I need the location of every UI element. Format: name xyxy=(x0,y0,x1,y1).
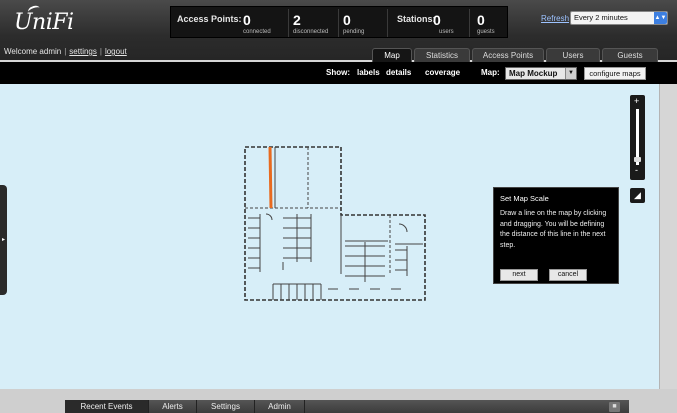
stat-connected-value: 0 xyxy=(243,12,251,28)
unifi-logo: UniFi xyxy=(14,10,74,35)
stat-connected-label: connected xyxy=(243,29,271,35)
access-points-label: Access Points: xyxy=(177,14,242,24)
welcome-area: Welcome admin | settings | logout xyxy=(4,47,127,56)
stat-divider xyxy=(387,9,388,37)
stat-users[interactable]: 0 users xyxy=(413,9,459,39)
tab-statistics[interactable]: Statistics xyxy=(414,48,470,62)
zoom-in-icon[interactable]: + xyxy=(634,96,639,106)
set-map-scale-dialog: Set Map Scale Draw a line on the map by … xyxy=(493,187,619,284)
set-scale-ruler-icon[interactable]: ◢ xyxy=(630,188,645,203)
welcome-text: Welcome admin xyxy=(4,47,62,56)
map-select-value: Map Mockup xyxy=(509,69,558,78)
bottom-tab-bar: Recent Events Alerts Settings Admin xyxy=(65,400,629,413)
stat-pending-value: 0 xyxy=(343,12,351,28)
next-button[interactable]: next xyxy=(500,269,538,281)
stat-users-value: 0 xyxy=(433,12,441,28)
close-icon[interactable]: ■ xyxy=(609,402,620,412)
refresh-interval-value: Every 2 minutes xyxy=(574,13,628,22)
bottom-panel: Recent Events Alerts Settings Admin ■ xyxy=(0,389,677,413)
map-select[interactable]: Map Mockup ▼ xyxy=(505,67,577,80)
select-arrows-icon: ▲▼ xyxy=(654,12,667,24)
stat-pending[interactable]: 0 pending xyxy=(339,9,385,39)
tab-recent-events[interactable]: Recent Events xyxy=(65,400,149,413)
stat-connected[interactable]: 0 connected xyxy=(239,9,285,39)
logout-link[interactable]: logout xyxy=(105,47,127,56)
chevron-down-icon: ▼ xyxy=(565,68,576,79)
stat-guests-label: guests xyxy=(477,29,495,35)
configure-maps-button[interactable]: configure maps xyxy=(584,67,646,80)
tab-access-points[interactable]: Access Points xyxy=(472,48,544,62)
stat-pending-label: pending xyxy=(343,29,365,35)
dialog-title: Set Map Scale xyxy=(500,194,549,203)
cancel-button[interactable]: cancel xyxy=(549,269,587,281)
stat-disconnected-label: disconnected xyxy=(293,29,329,35)
stat-guests-value: 0 xyxy=(477,12,485,28)
dialog-body: Draw a line on the map by clicking and d… xyxy=(500,210,607,249)
map-canvas[interactable]: ▸ + - ◢ Set Map Scale Draw a line on the… xyxy=(0,84,660,389)
stats-panel: Access Points: 0 connected 2 disconnecte… xyxy=(170,6,508,38)
stat-guests[interactable]: 0 guests xyxy=(473,9,519,39)
tab-map[interactable]: Map xyxy=(372,48,412,62)
show-label: Show: xyxy=(326,68,350,77)
scale-line xyxy=(268,146,273,209)
refresh-interval-select[interactable]: Every 2 minutes ▲▼ xyxy=(570,11,668,25)
show-details-toggle[interactable]: details xyxy=(386,68,411,77)
tab-users[interactable]: Users xyxy=(546,48,600,62)
zoom-handle[interactable] xyxy=(634,157,641,162)
tab-bottom-settings[interactable]: Settings xyxy=(197,400,255,413)
stat-divider xyxy=(469,9,470,37)
show-labels-toggle[interactable]: labels xyxy=(357,68,380,77)
tab-alerts[interactable]: Alerts xyxy=(149,400,197,413)
tab-guests[interactable]: Guests xyxy=(602,48,658,62)
refresh-link[interactable]: Refresh xyxy=(541,14,569,23)
tab-admin[interactable]: Admin xyxy=(255,400,305,413)
stat-disconnected[interactable]: 2 disconnected xyxy=(289,9,335,39)
settings-link[interactable]: settings xyxy=(69,47,97,56)
show-coverage-toggle[interactable]: coverage xyxy=(425,68,460,77)
map-toolbar: Show: labels details coverage Map: Map M… xyxy=(0,62,677,84)
zoom-out-icon[interactable]: - xyxy=(635,165,638,175)
zoom-slider[interactable]: + - xyxy=(630,95,645,180)
map-label: Map: xyxy=(481,68,500,77)
stat-disconnected-value: 2 xyxy=(293,12,301,28)
stat-users-label: users xyxy=(439,29,454,35)
